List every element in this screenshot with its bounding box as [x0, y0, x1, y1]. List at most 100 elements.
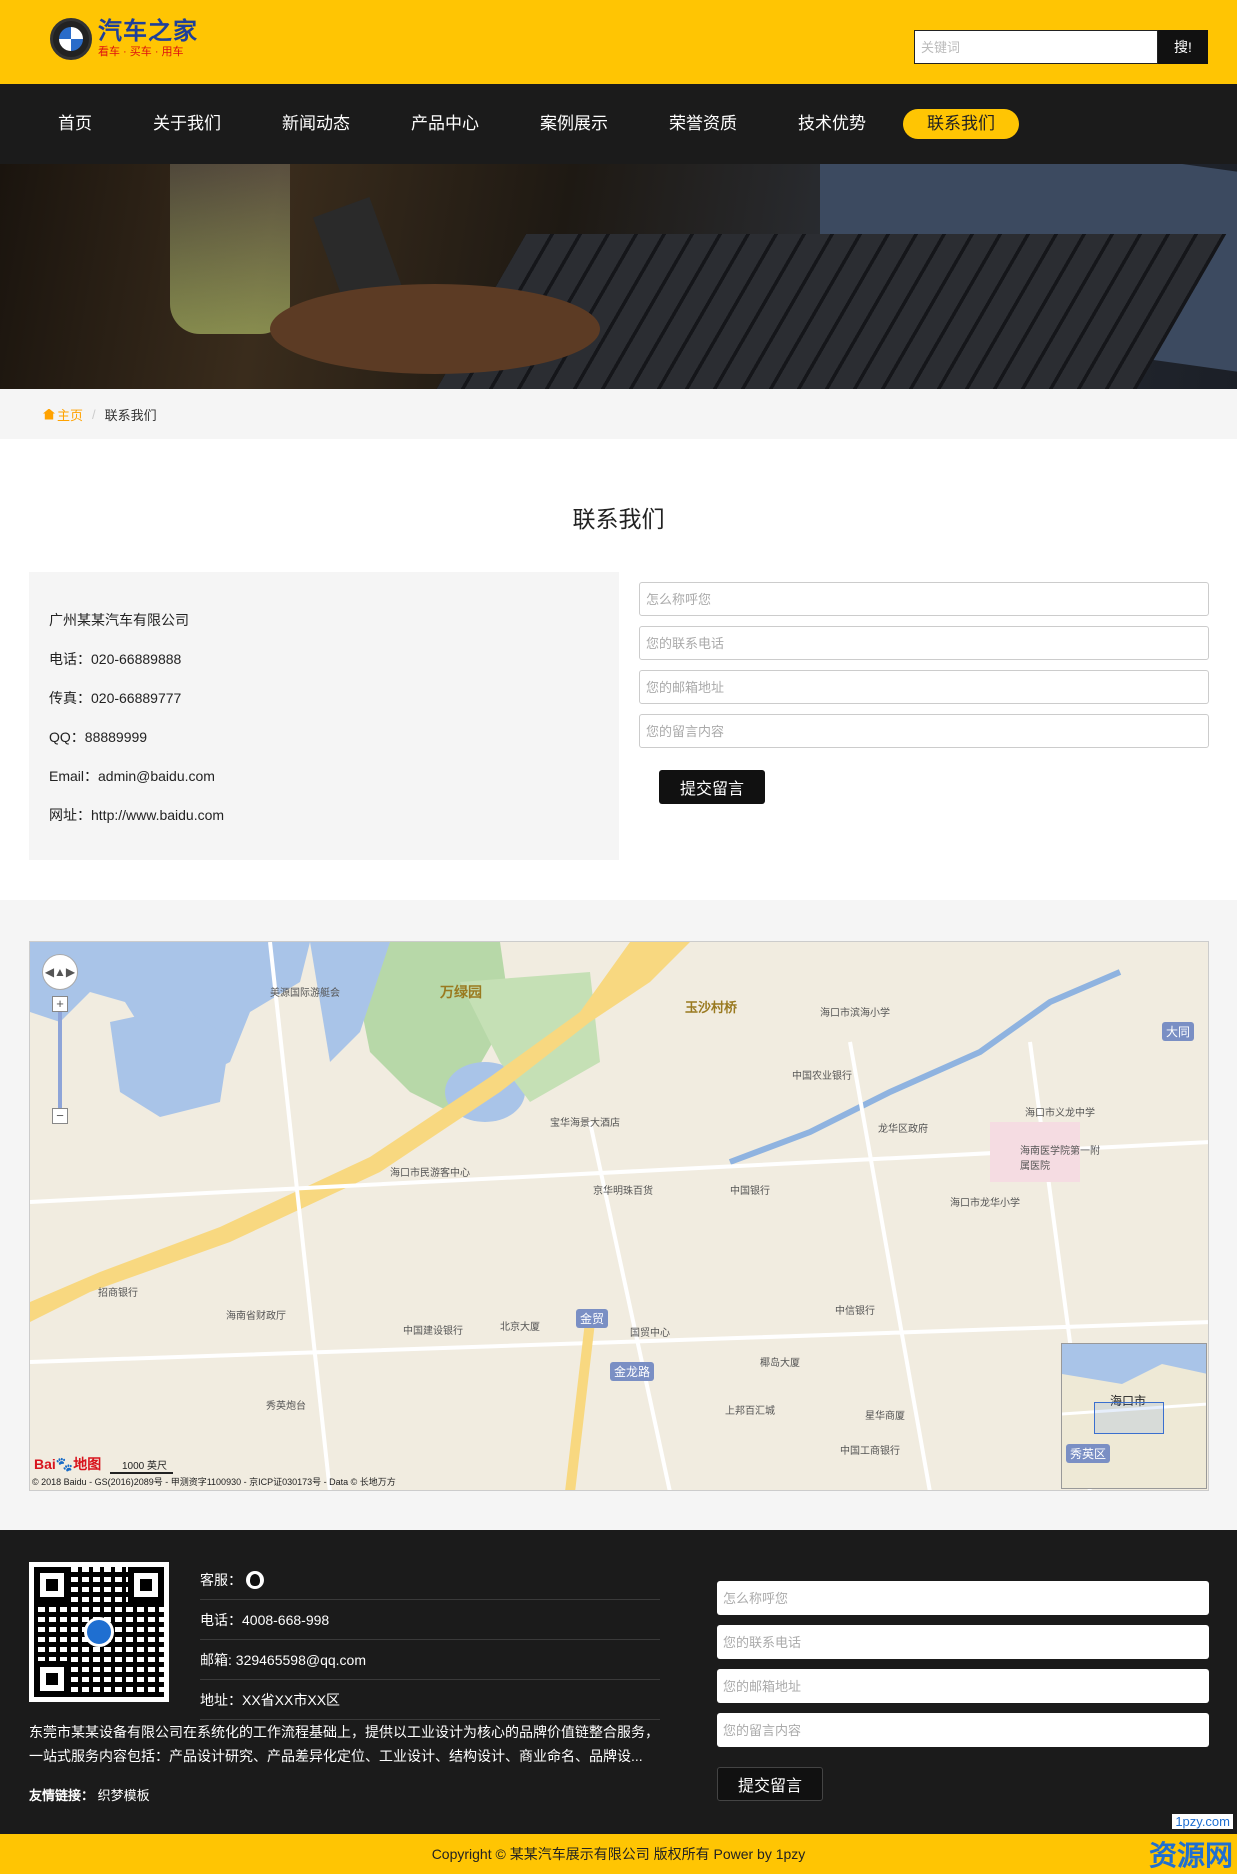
map-label: 京华明珠百货: [593, 1186, 653, 1197]
map-label: 秀英炮台: [266, 1401, 306, 1412]
footer-name-field[interactable]: [717, 1581, 1209, 1615]
map-copyright: © 2018 Baidu - GS(2016)2089号 - 甲测资字11009…: [32, 1477, 396, 1487]
map-label: 中信银行: [835, 1306, 875, 1317]
map-label: 上邦百汇城: [725, 1406, 775, 1417]
bmw-logo-icon: [50, 18, 92, 60]
map-label: 中国建设银行: [403, 1326, 463, 1337]
nav-item-products[interactable]: 产品中心: [387, 109, 503, 139]
hand-image: [270, 284, 600, 374]
footer-phone: 电话：4008-668-998: [200, 1600, 660, 1640]
main-nav: 首页 关于我们 新闻动态 产品中心 案例展示 荣誉资质 技术优势 联系我们: [0, 84, 1237, 164]
zoom-out-button[interactable]: −: [52, 1108, 68, 1124]
map-label: 大同: [1162, 1022, 1195, 1041]
qq-icon[interactable]: [246, 1570, 264, 1589]
friendly-links-label: 友情链接：: [29, 1788, 95, 1803]
map-label: 国贸中心: [630, 1328, 670, 1339]
footer-email: 邮箱: 329465598@qq.com: [200, 1640, 660, 1680]
footer-contact-info: 客服： 电话：4008-668-998 邮箱: 329465598@qq.com…: [200, 1560, 660, 1720]
map-label: 海口市龙华小学: [950, 1198, 1020, 1209]
nav-item-about[interactable]: 关于我们: [129, 109, 245, 139]
minimap-viewport[interactable]: [1094, 1402, 1164, 1434]
logo-title: 汽车之家: [98, 18, 198, 45]
footer-email-field[interactable]: [717, 1669, 1209, 1703]
contact-email: Email：admin@baidu.com: [49, 768, 215, 784]
contact-website: 网址：http://www.baidu.com: [49, 807, 225, 823]
qr-logo-icon: [84, 1617, 114, 1647]
map-label: 玉沙村桥: [685, 1000, 738, 1015]
message-field[interactable]: [639, 714, 1209, 748]
map-label: 宝华海景大酒店: [550, 1118, 620, 1129]
submit-message-button[interactable]: 提交留言: [659, 770, 765, 804]
friendly-links: 友情链接： 织梦模板: [29, 1785, 150, 1804]
company-name: 广州某某汽车有限公司: [49, 612, 189, 628]
map-label: 海口市义龙中学: [1025, 1108, 1095, 1119]
map-label: 龙华区政府: [878, 1124, 928, 1135]
nav-item-contact[interactable]: 联系我们: [903, 109, 1019, 139]
contact-fax: 传真：020-66889777: [49, 690, 182, 706]
map-label: 万绿园: [440, 984, 482, 1000]
map-label: 中国银行: [730, 1186, 770, 1197]
breadcrumb-current: 联系我们: [104, 407, 157, 423]
name-field[interactable]: [639, 582, 1209, 616]
nav-item-cases[interactable]: 案例展示: [516, 109, 632, 139]
minimap-tag: 秀英区: [1066, 1444, 1111, 1463]
message-form: 提交留言: [639, 582, 1209, 804]
footer-message-field[interactable]: [717, 1713, 1209, 1747]
map-label: 中国工商银行: [840, 1446, 900, 1457]
breadcrumb-separator: /: [92, 406, 96, 422]
logo[interactable]: 汽车之家 看车 · 买车 · 用车: [50, 18, 198, 60]
map-label: 美源国际游艇会: [270, 988, 340, 999]
phone-field[interactable]: [639, 626, 1209, 660]
logo-subtitle: 看车 · 买车 · 用车: [98, 46, 184, 58]
footer-phone-field[interactable]: [717, 1625, 1209, 1659]
map-label: 海口市民游客中心: [390, 1168, 470, 1179]
map-label: 椰岛大厦: [760, 1358, 800, 1369]
banner-image: [0, 164, 1237, 389]
copyright-bar: Copyright © 某某汽车展示有限公司 版权所有 Power by 1pz…: [0, 1834, 1237, 1874]
search-button[interactable]: 搜!: [1158, 30, 1208, 64]
footer-submit-button[interactable]: 提交留言: [717, 1767, 823, 1801]
breadcrumb-home-link[interactable]: 主页: [43, 405, 83, 424]
map-label: 金贸: [576, 1309, 609, 1328]
map-overview[interactable]: 海口市 秀英区: [1061, 1343, 1207, 1489]
zoom-slider[interactable]: [58, 1012, 62, 1108]
map-zoom-control: + −: [52, 996, 68, 1126]
watermark: 1pzy.com 资源网: [1077, 1812, 1237, 1874]
home-icon: [43, 408, 55, 420]
nav-item-news[interactable]: 新闻动态: [258, 109, 374, 139]
contact-phone: 电话：020-66889888: [49, 651, 182, 667]
friendly-link[interactable]: 织梦模板: [98, 1788, 150, 1803]
map-label: 中国农业银行: [792, 1071, 852, 1082]
zoom-in-button[interactable]: +: [52, 996, 68, 1012]
baidu-logo[interactable]: Bai🐾地图: [34, 1454, 101, 1474]
watermark-site: 1pzy.com: [1172, 1814, 1233, 1829]
map-canvas: [30, 942, 1208, 1490]
footer-address: 地址：XX省XX市XX区: [200, 1680, 660, 1720]
map-label: 金龙路: [610, 1362, 655, 1381]
footer-message-form: 提交留言: [717, 1581, 1209, 1801]
nav-item-technology[interactable]: 技术优势: [774, 109, 890, 139]
nav-item-honors[interactable]: 荣誉资质: [645, 109, 761, 139]
map-label: 星华商厦: [865, 1411, 905, 1422]
contact-qq: QQ：88889999: [49, 729, 148, 745]
map-label: 招商银行: [98, 1288, 138, 1299]
qr-code: [29, 1562, 169, 1702]
page-title: 联系我们: [572, 506, 665, 532]
map-scale: 1000 英尺: [110, 1457, 174, 1474]
search-input[interactable]: [914, 30, 1158, 64]
map-label: 北京大厦: [500, 1322, 540, 1333]
watermark-text: 资源网: [1148, 1840, 1233, 1871]
footer-service: 客服：: [200, 1560, 660, 1600]
search-form: 搜!: [914, 30, 1208, 64]
map-label: 海南省财政厅: [226, 1311, 286, 1322]
top-header: 汽车之家 看车 · 买车 · 用车 搜!: [0, 0, 1237, 84]
map-pan-control[interactable]: ◀▲▶: [42, 954, 78, 990]
glass-image: [170, 164, 290, 334]
footer-description: 东莞市某某设备有限公司在系统化的工作流程基础上，提供以工业设计为核心的品牌价值链…: [29, 1724, 659, 1764]
breadcrumb: 主页 / 联系我们: [0, 389, 1237, 439]
email-field[interactable]: [639, 670, 1209, 704]
baidu-map[interactable]: ◀▲▶ + − 万绿园 玉沙村桥 海口市滨海小学 中国农业银行 龙华区政府 海口…: [29, 941, 1209, 1491]
map-label: 海口市滨海小学: [820, 1008, 890, 1019]
map-label: 海南医学院第一附属医院: [1020, 1146, 1100, 1172]
nav-item-home[interactable]: 首页: [34, 109, 116, 139]
